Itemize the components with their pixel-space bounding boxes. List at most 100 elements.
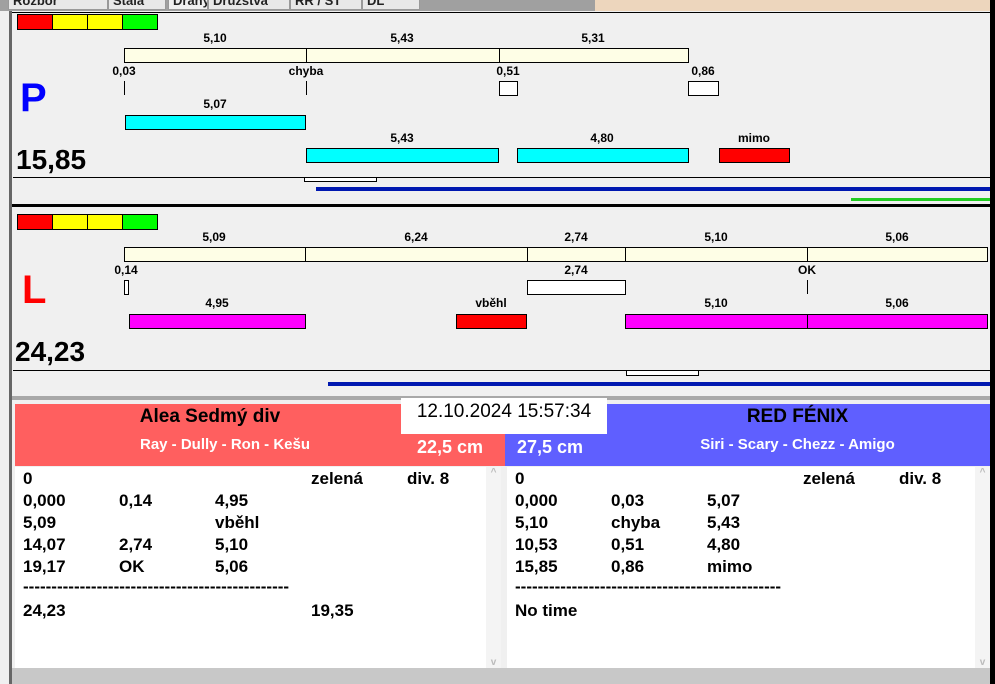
list-cell: 5,06 bbox=[215, 557, 249, 576]
left-result-list[interactable]: ^ v 0 zelená div. 8 0,000 0,14 4,95 5,09 vběhl 14… bbox=[15, 467, 501, 668]
indicator-red bbox=[17, 214, 53, 230]
reaction-label: 0,14 bbox=[114, 263, 138, 277]
list-cell: div. 8 bbox=[407, 469, 450, 488]
list-cell: 2,74 bbox=[119, 535, 153, 554]
separator: ----------------------------------------… bbox=[23, 577, 290, 596]
segment-label: 5,31 bbox=[581, 31, 605, 45]
segment-label: 2,74 bbox=[564, 230, 588, 244]
list-cell: 15,85 bbox=[515, 557, 558, 576]
divider bbox=[13, 370, 990, 371]
tab-rozbor[interactable]: Rozbor bbox=[8, 0, 108, 10]
list-cell: 5,10 bbox=[515, 513, 549, 532]
scrollbar[interactable]: ^ v bbox=[486, 467, 501, 668]
run-label: 4,95 bbox=[205, 296, 229, 310]
team-members: Siri - Scary - Chezz - Amigo bbox=[700, 436, 895, 453]
list-cell: mimo bbox=[707, 557, 753, 576]
run-label: 5,07 bbox=[203, 97, 227, 111]
indicator-red bbox=[17, 14, 53, 30]
datetime: 12.10.2024 15:57:34 bbox=[401, 398, 607, 434]
list-cell: 14,07 bbox=[23, 535, 66, 554]
list-cell: 0,03 bbox=[611, 491, 645, 510]
reaction-label: 2,74 bbox=[564, 263, 588, 277]
scrollbar[interactable]: ^ v bbox=[975, 467, 990, 668]
list-cell: 0,000 bbox=[23, 491, 66, 510]
lane-total: 24,23 bbox=[15, 336, 86, 367]
reaction-label: chyba bbox=[288, 64, 324, 78]
list-cell: 0 bbox=[23, 469, 33, 488]
list-cell: 10,53 bbox=[515, 535, 558, 554]
list-cell: 4,80 bbox=[707, 535, 741, 554]
reaction-box bbox=[499, 81, 518, 96]
tick bbox=[306, 81, 307, 95]
tick bbox=[124, 81, 125, 95]
list-cell: 5,09 bbox=[23, 513, 57, 532]
list-cell: 19,17 bbox=[23, 557, 66, 576]
reaction-label: 0,86 bbox=[691, 64, 715, 78]
team-members: Ray - Dully - Ron - Kešu bbox=[139, 436, 311, 453]
list-cell: 0,14 bbox=[119, 491, 153, 510]
segment-bar bbox=[527, 247, 626, 262]
reaction-label: OK bbox=[798, 263, 816, 277]
list-cell: 5,07 bbox=[707, 491, 741, 510]
run-label: 5,10 bbox=[704, 296, 728, 310]
run-label: 4,80 bbox=[590, 131, 614, 145]
segment-label: 5,06 bbox=[885, 230, 909, 244]
list-cell: chyba bbox=[611, 513, 661, 532]
list-cell: 0,86 bbox=[611, 557, 645, 576]
segment-label: 5,10 bbox=[704, 230, 728, 244]
segment-bar bbox=[124, 247, 306, 262]
marker-box bbox=[626, 370, 699, 376]
lane-letter: L bbox=[22, 268, 47, 312]
list-cell: 0,000 bbox=[515, 491, 558, 510]
run-bar bbox=[129, 314, 306, 329]
reaction-box bbox=[688, 81, 719, 96]
run-label: vběhl bbox=[475, 296, 507, 310]
reaction-box bbox=[124, 280, 129, 295]
list-cell: 0,51 bbox=[611, 535, 645, 554]
list-cell: 0 bbox=[515, 469, 525, 488]
segment-bar bbox=[499, 48, 689, 63]
scroll-down-icon[interactable]: v bbox=[975, 657, 990, 668]
bottom-bar bbox=[12, 668, 990, 684]
list-cell: 4,95 bbox=[215, 491, 249, 510]
run-bar bbox=[306, 148, 499, 163]
tab-druzstva[interactable]: Družstva bbox=[208, 0, 290, 10]
team-distance: 27,5 cm bbox=[517, 437, 584, 457]
tab-stala[interactable]: Stala bbox=[108, 0, 166, 10]
separator: ----------------------------------------… bbox=[515, 577, 782, 596]
run-bar bbox=[807, 314, 988, 329]
tick bbox=[807, 280, 808, 294]
scroll-up-icon[interactable]: ^ bbox=[975, 467, 990, 478]
segment-bar bbox=[625, 247, 808, 262]
right-result-list[interactable]: ^ v 0 zelená div. 8 0,000 0,03 5,07 5,10 chyba 5,… bbox=[507, 467, 990, 668]
segment-bar bbox=[124, 48, 307, 63]
title-area bbox=[595, 0, 995, 11]
reaction-label: 0,03 bbox=[112, 64, 136, 78]
lane-separator bbox=[12, 204, 990, 207]
segment-bar bbox=[305, 247, 528, 262]
list-cell: zelená bbox=[803, 469, 855, 488]
run-label: 5,43 bbox=[390, 131, 414, 145]
result-time: 24,23 bbox=[23, 601, 66, 620]
segment-bar bbox=[306, 48, 500, 63]
result-time: No time bbox=[515, 601, 578, 620]
team-distance: 22,5 cm bbox=[417, 437, 484, 457]
team-name: RED FÉNIX bbox=[746, 406, 849, 427]
progress-line-blue bbox=[328, 382, 990, 386]
team-name: Alea Sedmý div bbox=[139, 406, 281, 427]
tab-dl[interactable]: DL bbox=[362, 0, 420, 10]
tab-rr-st[interactable]: RR / ST bbox=[290, 0, 362, 10]
indicator-green bbox=[122, 14, 158, 30]
list-cell: 5,43 bbox=[707, 513, 741, 532]
lane-total: 15,85 bbox=[16, 144, 87, 175]
run-label: mimo bbox=[737, 131, 771, 145]
segment-bar bbox=[807, 247, 988, 262]
run-bar bbox=[719, 148, 790, 163]
lane-letter: P bbox=[20, 76, 47, 120]
scroll-up-icon[interactable]: ^ bbox=[486, 467, 501, 478]
tab-drahy[interactable]: Dráhy bbox=[168, 0, 208, 10]
result-secondary: 19,35 bbox=[311, 601, 354, 620]
run-bar bbox=[625, 314, 808, 329]
run-bar bbox=[125, 115, 306, 130]
scroll-down-icon[interactable]: v bbox=[486, 657, 501, 668]
